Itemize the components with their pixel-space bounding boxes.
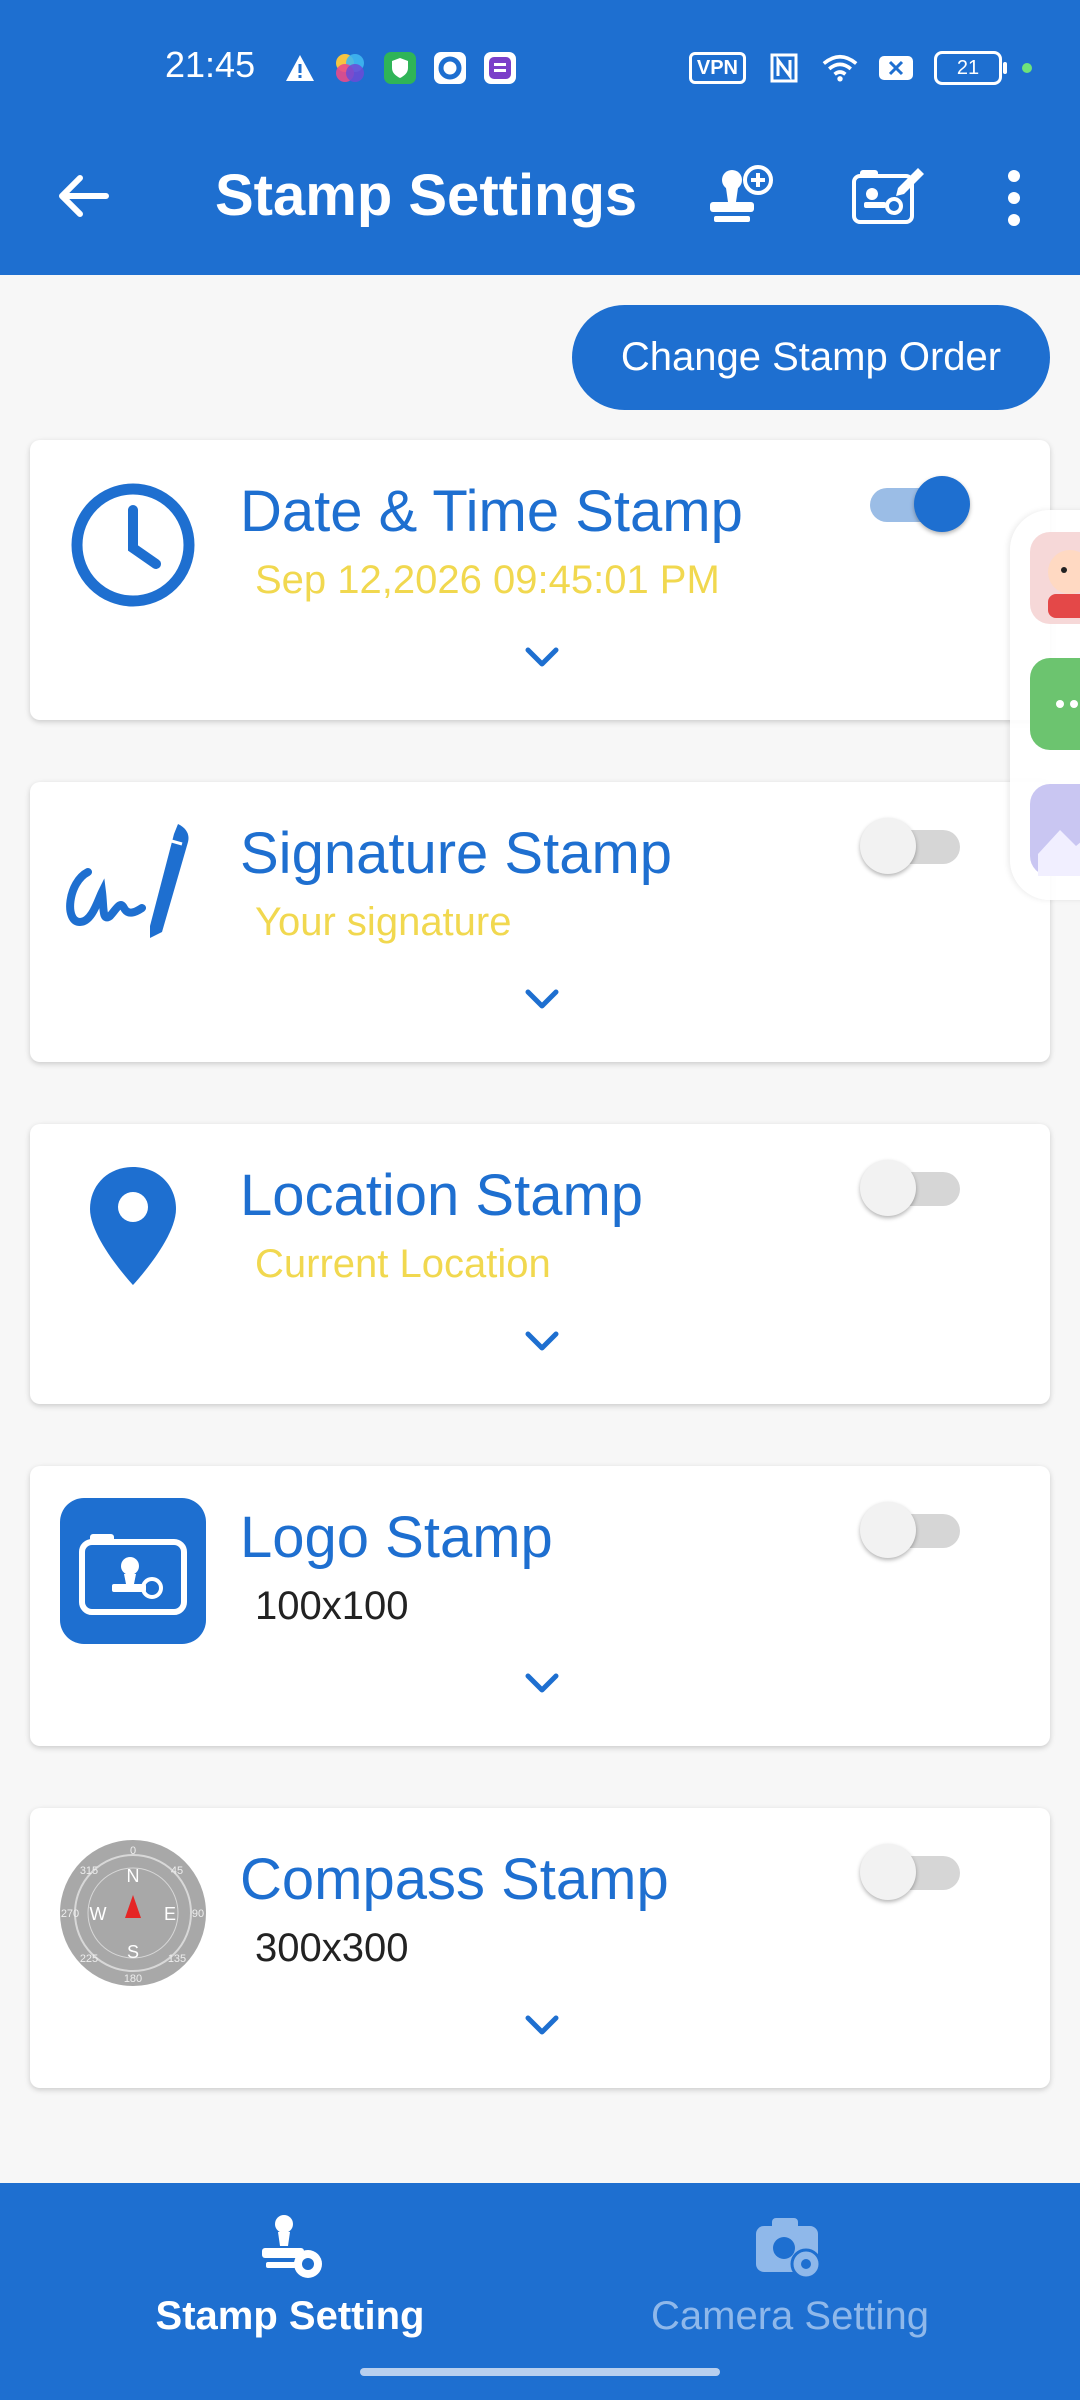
compass-degree: 180 (124, 1973, 142, 1985)
compass-stamp-card[interactable]: N S E W 0 180 90 270 45 315 135 225 Comp… (30, 1808, 1050, 2088)
compass-icon: N S E W 0 180 90 270 45 315 135 225 (58, 1838, 208, 1988)
messaging-app-shortcut[interactable] (1030, 658, 1080, 750)
chevron-down-icon[interactable] (518, 2006, 566, 2046)
nav-camera-setting[interactable]: Camera Setting (520, 2208, 1060, 2339)
card-subtitle: 100x100 (255, 1584, 409, 1628)
date-time-stamp-card[interactable]: Date & Time Stamp Sep 12,2026 09:45:01 P… (30, 440, 1050, 720)
battery-indicator: 21 (934, 51, 1007, 85)
compass-south: S (127, 1942, 139, 1962)
charging-dot (1022, 63, 1032, 73)
nfc-icon (766, 50, 802, 86)
card-title: Location Stamp (240, 1163, 644, 1228)
signature-pen-icon (58, 812, 208, 962)
signal-x-icon (878, 50, 914, 86)
sticker-app-icon (482, 50, 518, 86)
chevron-down-icon[interactable] (518, 980, 566, 1020)
chevron-down-icon[interactable] (518, 1322, 566, 1362)
card-title: Date & Time Stamp (240, 479, 743, 544)
card-title: Logo Stamp (240, 1505, 553, 1570)
more-vert-icon (1008, 170, 1020, 226)
date-time-toggle[interactable] (860, 476, 970, 532)
compass-toggle[interactable] (860, 1844, 970, 1900)
arrow-left-icon (59, 175, 109, 217)
compass-degree: 135 (168, 1953, 186, 1965)
compass-degree: 90 (192, 1908, 204, 1920)
edit-stamp-icon (852, 168, 924, 224)
compass-degree: 315 (80, 1865, 98, 1877)
add-stamp-button[interactable] (700, 158, 780, 238)
change-stamp-order-button[interactable]: Change Stamp Order (572, 305, 1050, 410)
more-options-button[interactable] (990, 158, 1038, 238)
compass-degree: 270 (61, 1908, 79, 1920)
card-subtitle: Sep 12,2026 09:45:01 PM (255, 558, 720, 602)
card-subtitle: 300x300 (255, 1926, 409, 1970)
signature-stamp-card[interactable]: Signature Stamp Your signature (30, 782, 1050, 1062)
shield-app-icon (382, 50, 418, 86)
logo-toggle[interactable] (860, 1502, 970, 1558)
add-stamp-icon (710, 165, 773, 222)
vpn-badge: VPN (688, 52, 746, 84)
chevron-down-icon[interactable] (518, 1664, 566, 1704)
edge-shortcut-panel[interactable] (1010, 510, 1080, 900)
compass-degree: 225 (80, 1953, 98, 1965)
card-title: Compass Stamp (240, 1847, 669, 1912)
logo-stamp-card[interactable]: Logo Stamp 100x100 (30, 1466, 1050, 1746)
logo-camera-icon (58, 1496, 208, 1646)
app-bar: Stamp Settings (0, 120, 1080, 275)
nav-label: Stamp Setting (155, 2294, 425, 2338)
status-bar: 21:45 VPN 21 (0, 0, 1080, 135)
stamp-gear-icon (250, 2208, 330, 2288)
compass-degree: 0 (130, 1845, 136, 1857)
status-notification-icons (282, 50, 518, 86)
compass-east: E (164, 1904, 176, 1924)
card-subtitle: Your signature (255, 900, 512, 944)
signature-toggle[interactable] (860, 818, 970, 874)
camera-gear-icon (750, 2208, 830, 2288)
app-color-icon (332, 50, 368, 86)
compass-west: W (90, 1904, 107, 1924)
location-toggle[interactable] (860, 1160, 970, 1216)
chevron-down-icon[interactable] (518, 638, 566, 678)
circle-app-icon (432, 50, 468, 86)
back-button[interactable] (48, 160, 120, 232)
compass-north: N (127, 1866, 140, 1886)
compass-degree: 45 (171, 1865, 183, 1877)
page-title: Stamp Settings (215, 163, 638, 228)
nav-label: Camera Setting (651, 2294, 929, 2338)
card-title: Signature Stamp (240, 821, 673, 886)
location-stamp-card[interactable]: Location Stamp Current Location (30, 1124, 1050, 1404)
home-indicator[interactable] (360, 2368, 720, 2376)
nav-stamp-setting[interactable]: Stamp Setting (20, 2208, 560, 2339)
warning-icon (282, 50, 318, 86)
cartoon-app-shortcut[interactable] (1030, 532, 1080, 624)
location-pin-icon (58, 1154, 208, 1304)
edit-stamp-button[interactable] (848, 158, 928, 238)
clock-icon (58, 470, 208, 620)
status-system-icons: VPN 21 (688, 50, 1032, 86)
gallery-app-shortcut[interactable] (1030, 784, 1080, 876)
status-time: 21:45 (165, 44, 256, 85)
wifi-icon (822, 50, 858, 86)
card-subtitle: Current Location (255, 1242, 551, 1286)
